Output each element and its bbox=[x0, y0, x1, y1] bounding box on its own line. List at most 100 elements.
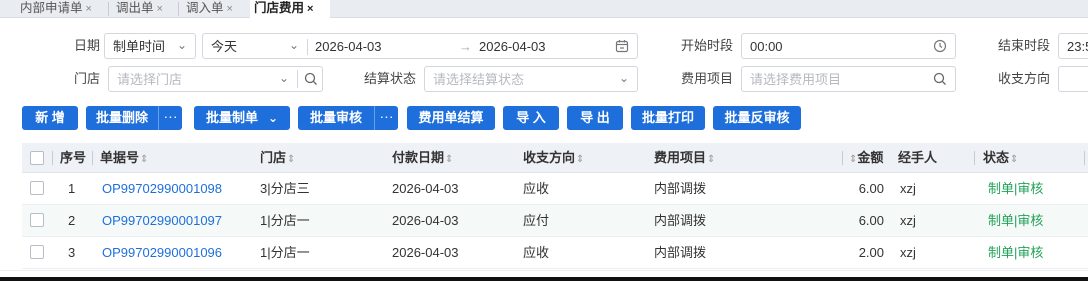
expense-settle-button[interactable]: 费用单结算 bbox=[407, 106, 495, 130]
cell-handler: xzj bbox=[900, 213, 916, 228]
status-badge: 制单|审核 bbox=[988, 213, 1044, 228]
batch-delete-more-button[interactable]: ··· bbox=[158, 106, 182, 130]
expense-item-label: 费用项目 bbox=[681, 71, 734, 86]
tab-divider bbox=[108, 2, 109, 16]
sort-icon[interactable]: ⇕ bbox=[287, 154, 295, 165]
cell-doc-no-link[interactable]: OP99702990001096 bbox=[102, 245, 222, 261]
import-button[interactable]: 导 入 bbox=[503, 106, 559, 130]
cell-expense: 内部调拨 bbox=[654, 213, 707, 228]
date-start-value[interactable]: 2026-04-03 bbox=[315, 39, 382, 55]
sort-icon[interactable]: ⇕ bbox=[576, 154, 584, 165]
select-all-checkbox[interactable] bbox=[30, 151, 44, 165]
start-time-value: 00:00 bbox=[750, 39, 783, 54]
column-divider bbox=[92, 151, 93, 165]
divider bbox=[307, 39, 308, 55]
store-placeholder: 请选择门店 bbox=[117, 72, 183, 87]
settle-status-label: 结算状态 bbox=[364, 71, 417, 86]
expense-item-input[interactable]: 请选择费用项目 bbox=[741, 66, 956, 92]
direction-select[interactable] bbox=[1058, 66, 1088, 92]
cell-pay-date: 2026-04-03 bbox=[392, 245, 459, 260]
header-doc-no[interactable]: 单据号⇕ bbox=[100, 150, 148, 168]
cell-expense: 内部调拨 bbox=[654, 245, 707, 260]
header-amount[interactable]: ⇕金额 bbox=[848, 150, 883, 168]
batch-unreview-button[interactable]: 批量反审核 bbox=[713, 106, 801, 130]
cell-handler: xzj bbox=[900, 181, 916, 196]
cell-seq: 3 bbox=[68, 245, 76, 260]
table-header: 序号 单据号⇕ 门店⇕ 付款日期⇕ 收支方向⇕ 费用项目⇕ ⇕金额 经手人 状态… bbox=[22, 143, 1088, 173]
cell-store: 3|分店三 bbox=[260, 181, 310, 196]
close-icon[interactable]: × bbox=[227, 3, 233, 15]
batch-create-button[interactable]: 批量制单 ⌄ bbox=[194, 106, 290, 130]
status-badge: 制单|审核 bbox=[988, 181, 1044, 196]
export-button[interactable]: 导 出 bbox=[567, 106, 623, 130]
header-pay-date[interactable]: 付款日期⇕ bbox=[392, 150, 453, 168]
batch-review-more-button[interactable]: ··· bbox=[374, 106, 398, 130]
header-store[interactable]: 门店⇕ bbox=[260, 150, 295, 168]
sort-icon[interactable]: ⇕ bbox=[1010, 154, 1018, 165]
date-range-arrow: → bbox=[459, 39, 472, 54]
close-icon[interactable]: × bbox=[86, 3, 92, 15]
close-icon[interactable]: × bbox=[307, 3, 313, 15]
batch-delete-button[interactable]: 批量删除 bbox=[86, 106, 158, 130]
tab-store-expense[interactable]: 门店费用 × bbox=[250, 0, 330, 19]
tab-internal-request[interactable]: 内部申请单 × bbox=[16, 0, 92, 18]
search-icon[interactable] bbox=[304, 72, 318, 86]
sort-icon[interactable]: ⇕ bbox=[140, 154, 148, 165]
batch-print-button[interactable]: 批量打印 bbox=[631, 106, 705, 130]
store-label: 门店 bbox=[74, 71, 101, 86]
row-checkbox[interactable] bbox=[30, 181, 44, 195]
cell-pay-date: 2026-04-03 bbox=[392, 181, 459, 196]
chevron-down-icon: ⌄ bbox=[177, 38, 188, 52]
end-time-value: 23:5 bbox=[1067, 39, 1088, 54]
expense-item-placeholder: 请选择费用项目 bbox=[750, 72, 842, 87]
calendar-icon[interactable] bbox=[615, 39, 629, 53]
screen-edge bbox=[0, 277, 1088, 281]
table-row[interactable]: 2 OP99702990001097 1|分店一 2026-04-03 应付 内… bbox=[22, 205, 1088, 237]
tab-transfer-out[interactable]: 调出单 × bbox=[112, 0, 163, 18]
close-icon[interactable]: × bbox=[157, 3, 163, 15]
sort-icon[interactable]: ⇕ bbox=[445, 154, 453, 165]
sort-icon[interactable]: ⇕ bbox=[707, 154, 715, 165]
start-time-picker[interactable]: 00:00 bbox=[741, 33, 956, 59]
cell-doc-no-link[interactable]: OP99702990001098 bbox=[102, 181, 222, 197]
header-direction[interactable]: 收支方向⇕ bbox=[523, 150, 584, 168]
store-select[interactable]: 请选择门店 ⌄ bbox=[108, 66, 323, 92]
settle-status-placeholder: 请选择结算状态 bbox=[433, 72, 525, 87]
settle-status-select[interactable]: 请选择结算状态 ⌄ bbox=[424, 66, 638, 92]
tab-label: 调入单 bbox=[186, 1, 224, 15]
cell-amount: 6.00 bbox=[858, 213, 884, 228]
row-checkbox[interactable] bbox=[30, 213, 44, 227]
chevron-down-icon: ⌄ bbox=[279, 71, 290, 85]
cell-doc-no-link[interactable]: OP99702990001097 bbox=[102, 213, 222, 229]
direction-label: 收支方向 bbox=[998, 71, 1051, 86]
search-icon[interactable] bbox=[933, 72, 947, 86]
cell-amount: 6.00 bbox=[858, 181, 884, 196]
tab-bar: 内部申请单 × 调出单 × 调入单 × 门店费用 × bbox=[0, 0, 1088, 19]
cell-amount: 2.00 bbox=[858, 245, 884, 260]
header-expense[interactable]: 费用项目⇕ bbox=[654, 150, 715, 168]
header-handler: 经手人 bbox=[898, 150, 938, 165]
date-end-value[interactable]: 2026-04-03 bbox=[479, 39, 546, 55]
date-preset-value: 今天 bbox=[211, 39, 238, 54]
start-time-label: 开始时段 bbox=[681, 38, 734, 53]
header-status[interactable]: 状态⇕ bbox=[983, 150, 1018, 168]
cell-pay-date: 2026-04-03 bbox=[392, 213, 459, 228]
add-button[interactable]: 新 增 bbox=[22, 106, 78, 130]
date-type-select[interactable]: 制单时间 ⌄ bbox=[104, 33, 196, 59]
date-type-value: 制单时间 bbox=[113, 39, 166, 54]
header-expense-label: 费用项目 bbox=[654, 150, 707, 165]
cell-seq: 2 bbox=[68, 213, 76, 228]
chevron-down-icon[interactable]: ⌄ bbox=[289, 38, 299, 52]
date-range-picker[interactable]: 今天 ⌄ 2026-04-03 → 2026-04-03 bbox=[202, 33, 638, 59]
batch-review-button[interactable]: 批量审核 bbox=[298, 106, 374, 130]
row-checkbox[interactable] bbox=[30, 245, 44, 259]
table-row[interactable]: 3 OP99702990001096 1|分店一 2026-04-03 应收 内… bbox=[22, 237, 1088, 269]
tab-label: 调出单 bbox=[116, 1, 154, 15]
cell-direction: 应收 bbox=[523, 245, 550, 260]
table-row[interactable]: 1 OP99702990001098 3|分店三 2026-04-03 应收 内… bbox=[22, 173, 1088, 205]
tab-transfer-in[interactable]: 调入单 × bbox=[182, 0, 233, 18]
cell-expense: 内部调拨 bbox=[654, 181, 707, 196]
end-time-picker[interactable]: 23:5 bbox=[1058, 33, 1088, 59]
chevron-down-icon: ⌄ bbox=[268, 111, 279, 125]
header-store-label: 门店 bbox=[260, 150, 287, 165]
